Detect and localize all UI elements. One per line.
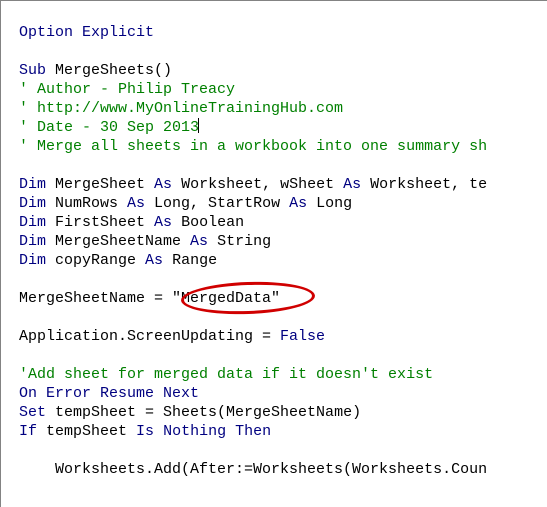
comment-date: ' Date - 30 Sep 2013	[19, 119, 199, 136]
vba-source[interactable]: Option Explicit Sub MergeSheets() ' Auth…	[1, 1, 547, 479]
comment-addsheet: 'Add sheet for merged data if it doesn't…	[19, 366, 433, 383]
code-editor-pane[interactable]: Option Explicit Sub MergeSheets() ' Auth…	[0, 0, 547, 507]
comment-desc: ' Merge all sheets in a workbook into on…	[19, 138, 487, 155]
kw-dim: Dim	[19, 214, 46, 231]
kw-dim: Dim	[19, 176, 46, 193]
worksheets-add: Worksheets.Add(After:=Worksheets(Workshe…	[19, 461, 487, 478]
kw-sub: Sub	[19, 62, 46, 79]
comment-url: ' http://www.MyOnlineTrainingHub.com	[19, 100, 343, 117]
assign-screenupdating: Application.ScreenUpdating =	[19, 328, 280, 345]
kw-option: Option Explicit	[19, 24, 154, 41]
kw-set: Set	[19, 404, 46, 421]
comment-author: ' Author - Philip Treacy	[19, 81, 235, 98]
kw-dim: Dim	[19, 195, 46, 212]
ident-mergesheets: MergeSheets()	[46, 62, 172, 79]
kw-onerror: On Error Resume Next	[19, 385, 199, 402]
text-caret	[198, 118, 199, 133]
assign-mergesheetname: MergeSheetName =	[19, 290, 172, 307]
string-mergeddata: "MergedData"	[172, 290, 280, 307]
kw-if: If	[19, 423, 37, 440]
kw-dim: Dim	[19, 252, 46, 269]
kw-dim: Dim	[19, 233, 46, 250]
